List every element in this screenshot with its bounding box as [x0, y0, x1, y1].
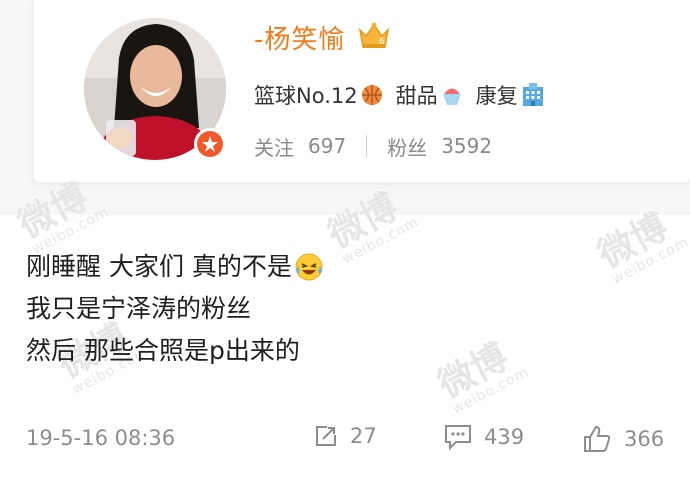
follow-label[interactable]: 关注 [254, 132, 294, 161]
repost-button[interactable]: 27 [314, 424, 377, 448]
basketball-icon [361, 85, 382, 105]
like-button[interactable]: 366 [582, 424, 664, 454]
tag-label: 篮球No.12 [254, 84, 358, 108]
comment-icon [445, 425, 471, 450]
repost-count: 27 [350, 424, 377, 448]
comment-button[interactable]: 439 [444, 424, 524, 450]
thumbs-up-icon [584, 425, 611, 452]
tag-basketball[interactable]: 篮球No.12 [254, 80, 384, 110]
fans-label[interactable]: 粉丝 [387, 132, 427, 161]
crown-icon: 6 [358, 22, 390, 48]
post-line: 然后 那些合照是p出来的 [26, 336, 300, 365]
like-count: 366 [624, 427, 665, 451]
comment-count: 439 [484, 425, 525, 449]
repost-icon [316, 426, 336, 446]
hospital-icon [522, 83, 543, 106]
laughing-crying-icon [295, 253, 323, 281]
tag-label: 康复 [475, 84, 518, 108]
fans-count[interactable]: 3592 [441, 134, 492, 158]
profile-stats: 关注 697 粉丝 3592 [254, 130, 492, 162]
follow-count[interactable]: 697 [308, 134, 346, 158]
weibo-watermark: 微博 weibo.com [431, 336, 532, 418]
post-line: 我只是宁泽涛的粉丝 [26, 294, 252, 323]
svg-text:6: 6 [379, 37, 385, 47]
tag-label: 甜品 [395, 84, 438, 108]
tag-dessert[interactable]: 甜品 [396, 80, 464, 110]
post-line: 刚睡醒 大家们 真的不是 [26, 246, 324, 288]
verified-badge-icon [194, 128, 226, 160]
post-meta: 19-5-16 08:36 27 439 366 [26, 420, 670, 456]
weibo-watermark: 微博 weibo.com [591, 206, 690, 288]
username[interactable]: -杨笑愉 [254, 22, 345, 58]
post-content[interactable]: 刚睡醒 大家们 真的不是 我只是宁泽涛的粉丝 然后 那些合照是p出来的 [26, 246, 324, 372]
shaved-ice-icon [442, 88, 461, 105]
profile-card[interactable]: -杨笑愉 6 篮球No.12 甜品 康复 关注 697 粉丝 3592 [34, 0, 690, 182]
tag-rehab[interactable]: 康复 [476, 80, 546, 110]
stats-divider [366, 135, 368, 157]
timestamp: 19-5-16 08:36 [26, 426, 176, 450]
profile-tags: 篮球No.12 甜品 康复 [254, 78, 558, 112]
